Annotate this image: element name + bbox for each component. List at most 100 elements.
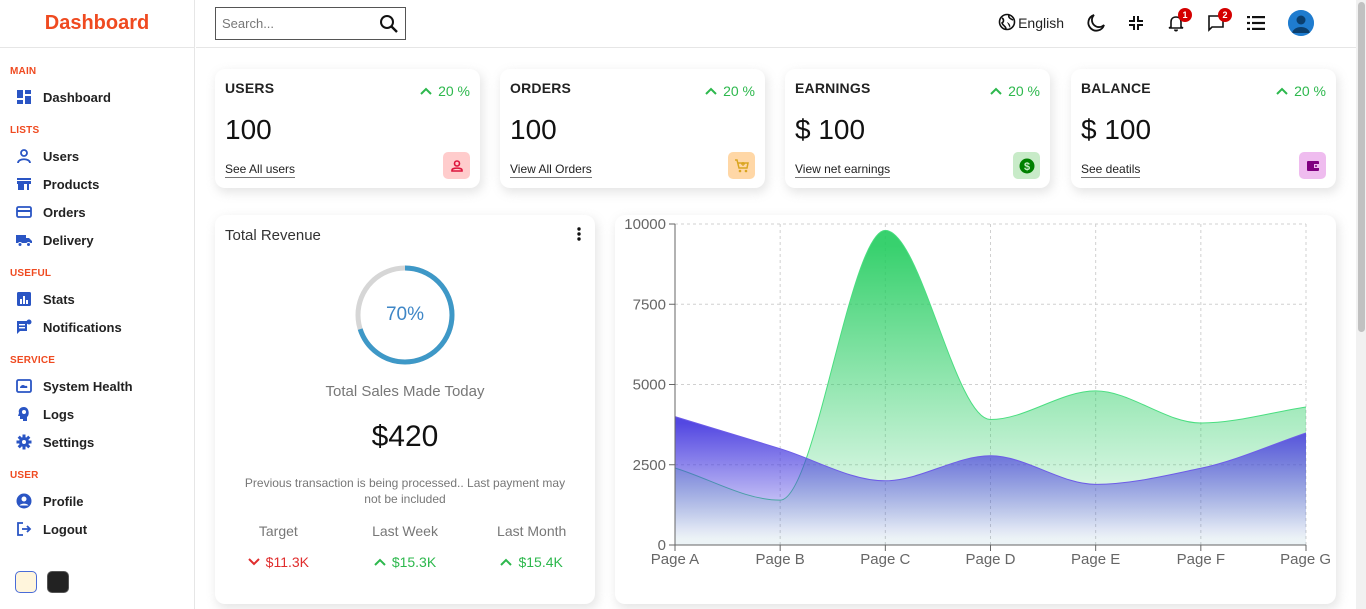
widget-percentage-value: 20 % [1294, 83, 1326, 99]
notifications-badge: 1 [1178, 8, 1192, 22]
notifications-bell-icon[interactable]: 1 [1166, 8, 1192, 34]
revenue-amount: $420 [371, 420, 439, 453]
widget-percentage: 20 % [420, 83, 470, 99]
sidebar-item-system-health[interactable]: System Health [0, 372, 194, 400]
sidebar-item-label: Logout [43, 521, 88, 537]
fullscreen-exit-icon[interactable] [1126, 12, 1146, 34]
globe-icon [998, 13, 1016, 34]
section-title-service: SERVICE [10, 355, 56, 366]
scrollbar-thumb[interactable] [1358, 2, 1365, 332]
y-tick-label: 7500 [633, 296, 666, 313]
arrow-up-icon [500, 558, 513, 566]
psychology-icon [16, 406, 32, 422]
arrow-up-icon [374, 558, 386, 566]
area-chart-card: 0 2500 5000 7500 10000 Page A Page B Page C Page… [615, 215, 1336, 604]
arrow-down-icon [247, 558, 260, 566]
wallet-icon [1299, 152, 1326, 179]
stat-label: Last Month [497, 523, 567, 539]
progress-label: 70% [385, 304, 425, 325]
sidebar-item-notifications[interactable]: Notifications [0, 313, 194, 341]
widget-link[interactable]: See deatils [1081, 162, 1141, 178]
sidebar-item-label: Delivery [43, 232, 94, 248]
card-title: Total Revenue [225, 227, 321, 244]
theme-switcher [15, 571, 69, 593]
topbar-actions: English 1 2 [998, 8, 1314, 36]
dark-mode-icon[interactable] [1086, 12, 1106, 34]
stat-amount: $15.4K [518, 554, 563, 570]
person-icon [443, 152, 470, 179]
arrow-up-icon [990, 87, 1002, 95]
chat-bubble-icon[interactable]: 2 [1206, 8, 1232, 34]
sidebar-item-delivery[interactable]: Delivery [0, 226, 194, 254]
svg-text:$: $ [1023, 161, 1029, 173]
widget-orders: ORDERS 20 % 100 View All Orders [500, 69, 765, 188]
system-health-icon [16, 378, 32, 394]
sidebar-item-label: Notifications [43, 319, 122, 335]
widget-value: $ 100 [1081, 114, 1152, 145]
sidebar-item-orders[interactable]: Orders [0, 198, 194, 226]
light-theme-button[interactable] [15, 571, 37, 593]
stat-label: Last Week [372, 523, 438, 539]
widget-percentage-value: 20 % [1008, 83, 1040, 99]
stat-label: Target [258, 523, 298, 539]
truck-icon [16, 232, 32, 248]
sidebar-item-label: Logs [43, 406, 75, 422]
sidebar-item-label: Settings [43, 434, 95, 450]
widget-title: ORDERS [510, 80, 572, 96]
list-icon[interactable] [1246, 12, 1266, 34]
stat-value: $11.3K [247, 554, 309, 570]
more-vert-icon[interactable] [577, 227, 581, 246]
sidebar-item-stats[interactable]: Stats [0, 285, 194, 313]
stat-target: Target $11.3K [215, 523, 342, 571]
stat-last-week: Last Week $15.3K [342, 523, 469, 571]
x-tick-label: Page C [860, 551, 910, 568]
stat-value: $15.3K [374, 554, 436, 570]
sidebar-item-label: Profile [43, 493, 84, 509]
sidebar-item-profile[interactable]: Profile [0, 487, 194, 515]
store-icon [16, 176, 32, 192]
search-icon[interactable] [379, 14, 399, 39]
user-icon [16, 148, 32, 164]
dark-theme-button[interactable] [47, 571, 69, 593]
widget-value: 100 [225, 114, 272, 145]
section-title-user: USER [10, 470, 39, 481]
messages-badge: 2 [1218, 8, 1232, 22]
revenue-note: Previous transaction is being processed.… [244, 476, 566, 506]
sidebar-item-logs[interactable]: Logs [0, 400, 194, 428]
sidebar-item-label: Products [43, 176, 100, 192]
sidebar-item-label: Users [43, 148, 80, 164]
area-chart: 025005000750010000Page A Page B Page C Page… [624, 216, 1331, 568]
sidebar-item-logout[interactable]: Logout [0, 515, 194, 543]
bar-chart-icon [16, 291, 32, 307]
logo[interactable]: Dashboard [0, 0, 194, 48]
x-tick-label: Page G [1280, 551, 1331, 568]
x-tick-label: Page B [756, 551, 805, 568]
page-scrollbar[interactable] [1356, 0, 1366, 609]
sidebar-item-label: Dashboard [43, 89, 111, 105]
sidebar-item-label: Stats [43, 291, 75, 307]
widget-earnings: EARNINGS 20 % $ 100 View net earnings $ [785, 69, 1050, 188]
stat-last-month: Last Month $15.4K [468, 523, 595, 571]
widget-link[interactable]: See All users [225, 162, 296, 178]
language-selector[interactable]: English [998, 13, 1064, 34]
x-tick-label: Page A [651, 551, 699, 568]
dashboard-icon [16, 89, 32, 105]
sidebar-item-users[interactable]: Users [0, 142, 194, 170]
app-title[interactable]: Dashboard [45, 12, 149, 35]
y-tick-label: 2500 [633, 457, 666, 474]
sidebar-item-products[interactable]: Products [0, 170, 194, 198]
widget-title: USERS [225, 80, 275, 96]
widget-link[interactable]: View All Orders [510, 162, 592, 178]
widget-percentage-value: 20 % [438, 83, 470, 99]
sidebar-item-dashboard[interactable]: Dashboard [0, 83, 194, 111]
avatar[interactable] [1288, 10, 1314, 36]
widget-percentage-value: 20 % [723, 83, 755, 99]
widget-link[interactable]: View net earnings [795, 162, 891, 178]
widget-percentage: 20 % [990, 83, 1040, 99]
sidebar-item-settings[interactable]: Settings [0, 428, 194, 456]
logout-icon [16, 521, 32, 537]
x-tick-label: Page E [1071, 551, 1120, 568]
widget-title: BALANCE [1081, 80, 1151, 96]
topbar: English 1 2 [196, 0, 1366, 48]
search-input[interactable] [222, 16, 372, 31]
